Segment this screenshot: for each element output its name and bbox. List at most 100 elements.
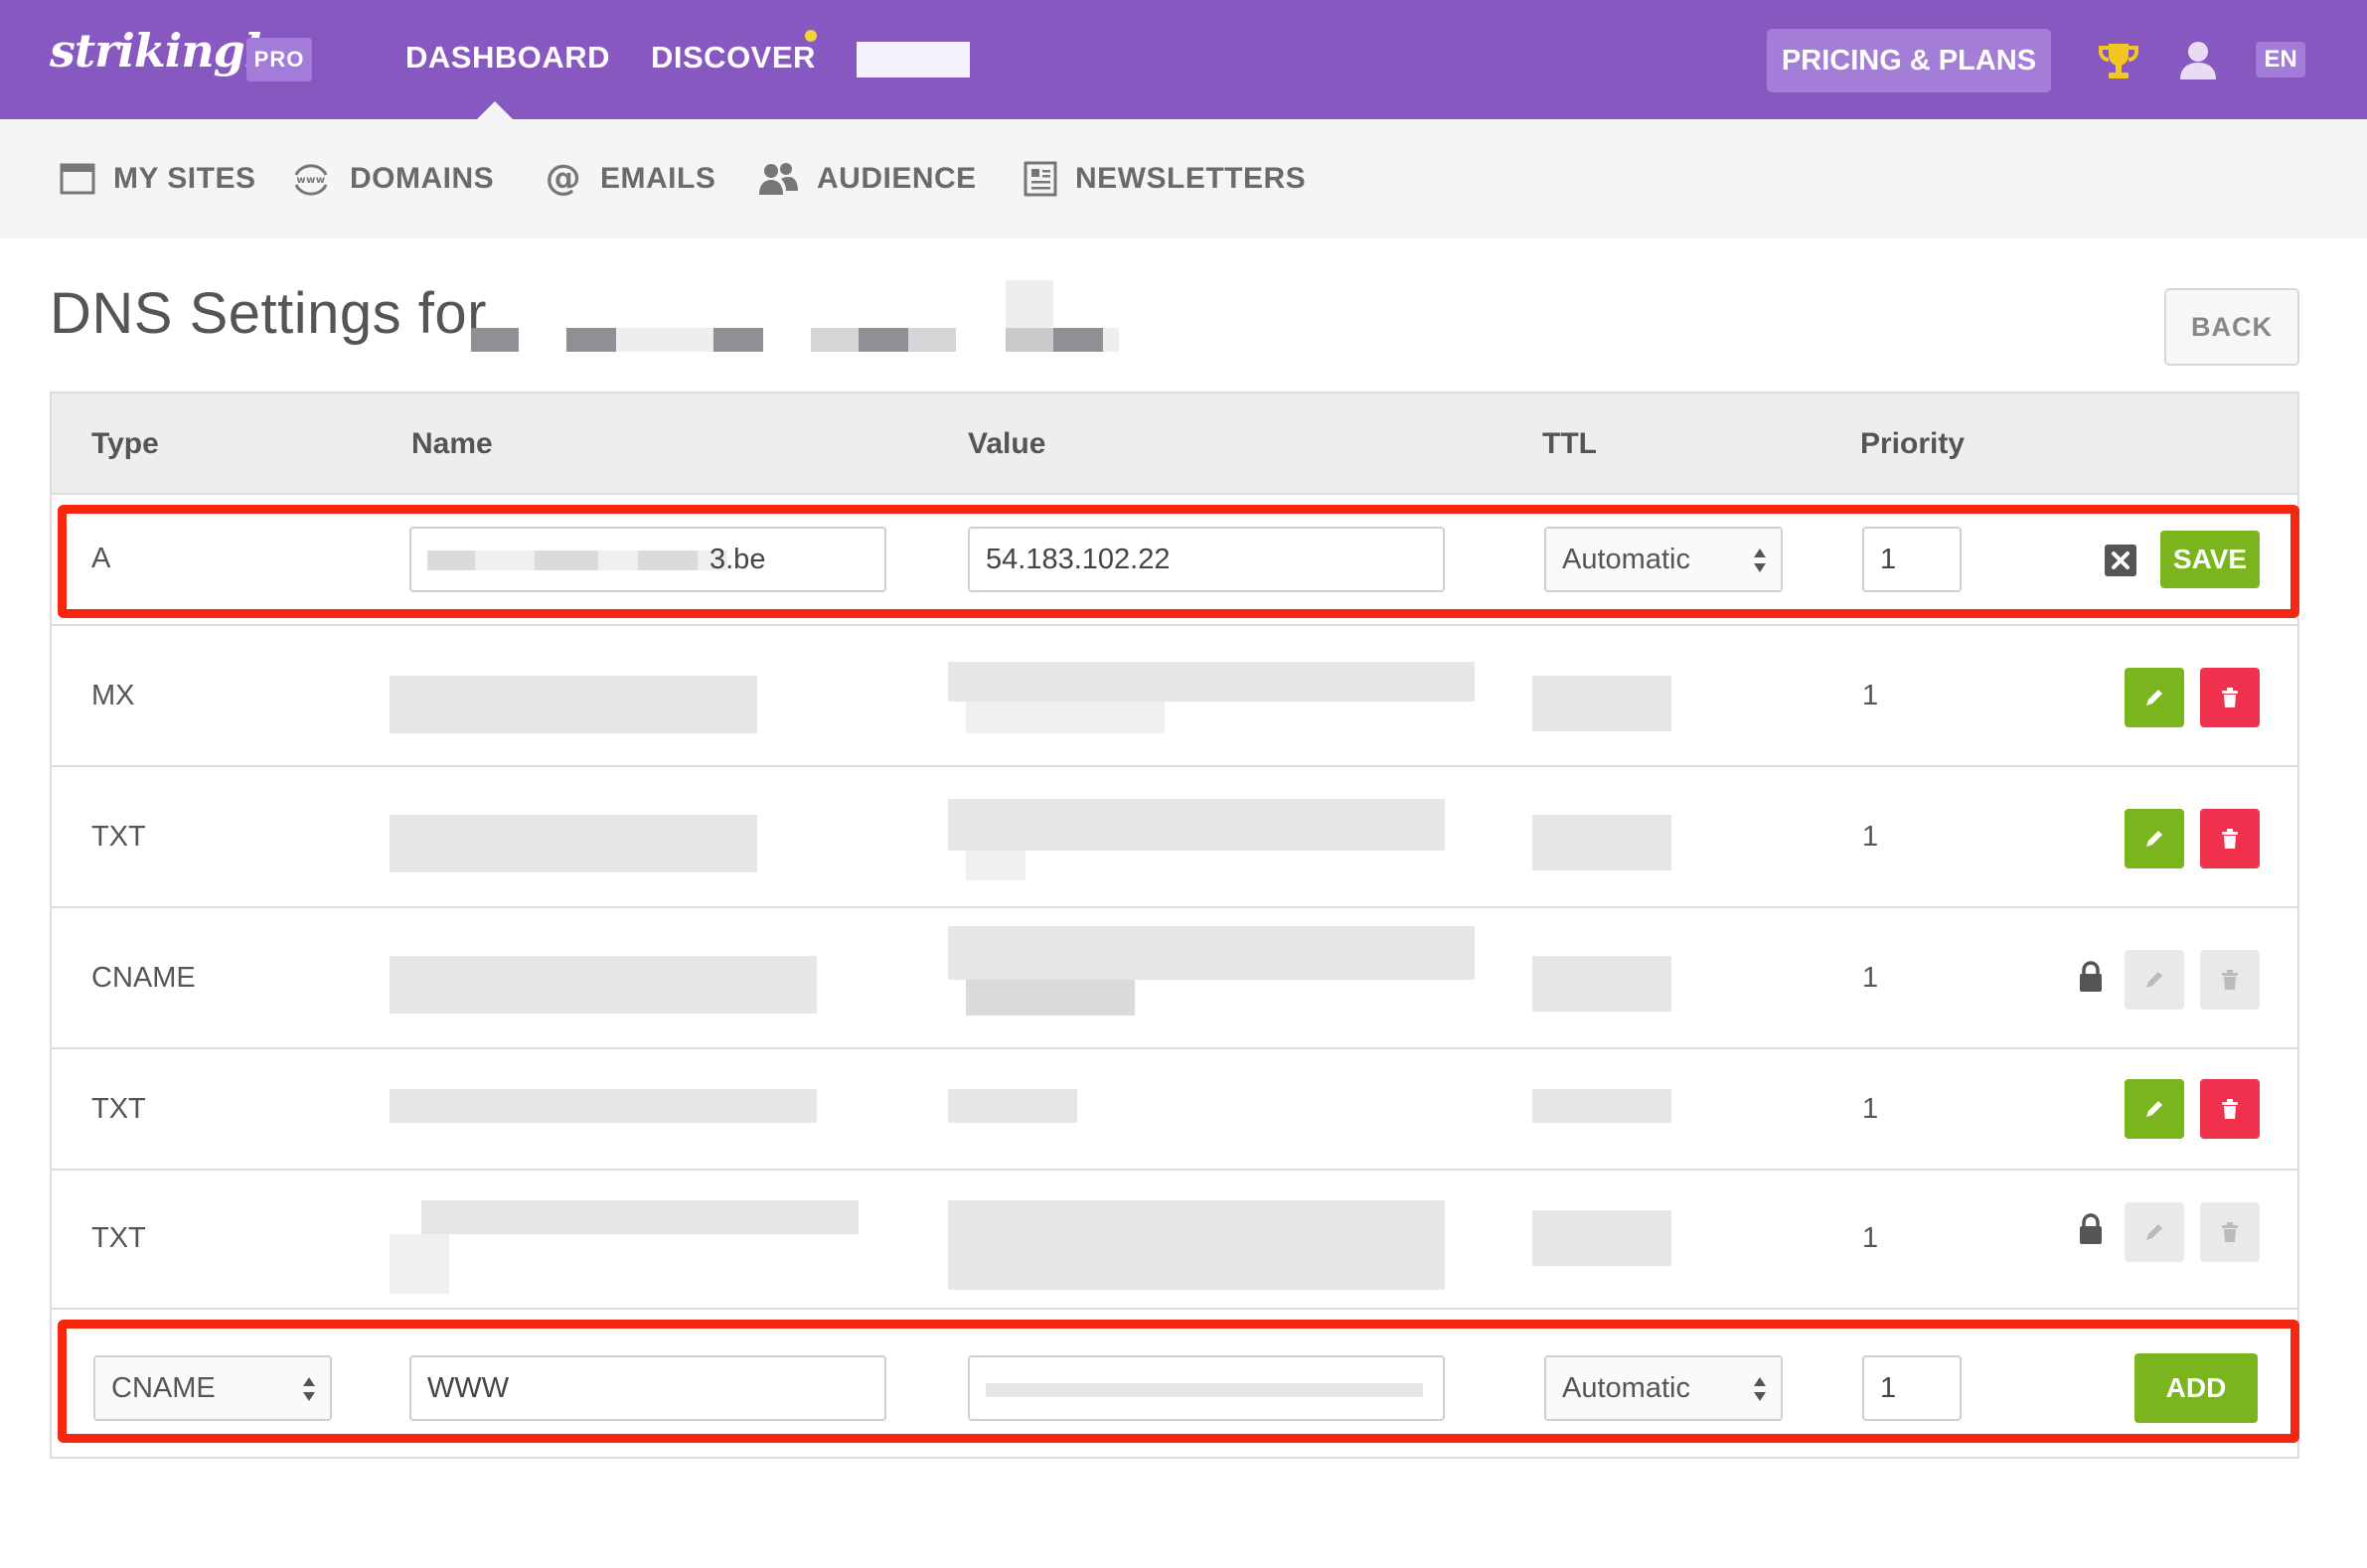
nav-discover[interactable]: DISCOVER bbox=[651, 40, 816, 76]
record-type: TXT bbox=[91, 1093, 146, 1125]
subnav-audience[interactable]: AUDIENCE bbox=[757, 119, 977, 238]
record-type: MX bbox=[91, 680, 135, 711]
pricing-plans-button[interactable]: PRICING & PLANS bbox=[1767, 29, 2051, 92]
subnav-my-sites[interactable]: MY SITES bbox=[60, 119, 255, 238]
delete-record-button-disabled bbox=[2200, 950, 2260, 1010]
delete-record-button[interactable] bbox=[2200, 1079, 2260, 1139]
record-name-input[interactable]: 3.be bbox=[409, 527, 886, 592]
subnav-label: AUDIENCE bbox=[817, 162, 977, 195]
edit-record-button[interactable] bbox=[2125, 1079, 2184, 1139]
subnav-label: NEWSLETTERS bbox=[1075, 162, 1307, 195]
edit-record-button[interactable] bbox=[2125, 668, 2184, 727]
subnav-emails[interactable]: @ EMAILS bbox=[545, 119, 715, 238]
trophy-icon[interactable] bbox=[2097, 40, 2140, 83]
pencil-icon bbox=[2146, 831, 2162, 847]
select-arrows-icon bbox=[1754, 1377, 1766, 1401]
ttl-select[interactable]: Automatic bbox=[1544, 527, 1783, 592]
pencil-icon bbox=[2146, 972, 2162, 988]
table-row: MX 1 bbox=[52, 626, 2297, 767]
new-record-ttl-select[interactable]: Automatic bbox=[1544, 1355, 1783, 1421]
redacted-name bbox=[390, 815, 757, 872]
top-navbar: strikingly PRO DASHBOARD DISCOVER PRICIN… bbox=[0, 0, 2367, 119]
column-header-type: Type bbox=[91, 427, 159, 460]
delete-record-button[interactable] bbox=[2200, 809, 2260, 868]
new-record-name-input[interactable]: WWW bbox=[409, 1355, 886, 1421]
pro-badge: PRO bbox=[246, 38, 312, 81]
record-type: A bbox=[91, 543, 111, 574]
page-title: DNS Settings for bbox=[50, 281, 487, 346]
subnav-label: EMAILS bbox=[600, 162, 716, 195]
new-record-type-select[interactable]: CNAME bbox=[93, 1355, 332, 1421]
notification-dot bbox=[805, 30, 817, 42]
redacted-value bbox=[948, 1200, 1445, 1290]
column-header-ttl: TTL bbox=[1542, 427, 1597, 460]
record-type: TXT bbox=[91, 1222, 146, 1254]
sub-navbar: MY SITES www DOMAINS @ EMAILS AUDIENCE N… bbox=[0, 119, 2367, 238]
redacted-ttl bbox=[1532, 956, 1671, 1012]
record-type: TXT bbox=[91, 821, 146, 853]
record-priority: 1 bbox=[1862, 1222, 1879, 1254]
subnav-label: MY SITES bbox=[113, 162, 256, 195]
redacted-ttl bbox=[1532, 815, 1671, 870]
trash-icon bbox=[2222, 829, 2238, 849]
table-header: Type Name Value TTL Priority bbox=[52, 393, 2297, 495]
edit-record-button[interactable] bbox=[2125, 809, 2184, 868]
language-selector[interactable]: EN bbox=[2256, 42, 2305, 78]
table-row: CNAME 1 bbox=[52, 908, 2297, 1049]
ttl-select-value: Automatic bbox=[1562, 544, 1690, 575]
add-record-button[interactable]: ADD bbox=[2134, 1353, 2258, 1423]
pencil-icon bbox=[2146, 690, 2162, 706]
redacted-ttl bbox=[1532, 676, 1671, 731]
back-button[interactable]: BACK bbox=[2164, 288, 2299, 366]
lock-icon bbox=[2080, 961, 2102, 992]
dns-records-table: Type Name Value TTL Priority A 3.be 54.1… bbox=[50, 392, 2299, 1459]
record-value-input[interactable]: 54.183.102.22 bbox=[968, 527, 1445, 592]
column-header-priority: Priority bbox=[1860, 427, 1966, 460]
nav-dashboard[interactable]: DASHBOARD bbox=[405, 40, 610, 76]
delete-record-button-disabled bbox=[2200, 1202, 2260, 1262]
user-account-icon[interactable] bbox=[2176, 38, 2220, 81]
pencil-icon bbox=[2146, 1224, 2162, 1240]
svg-text:www: www bbox=[296, 175, 325, 186]
edit-record-button-disabled bbox=[2125, 950, 2184, 1010]
record-priority: 1 bbox=[1862, 1093, 1879, 1125]
select-arrows-icon bbox=[303, 1377, 315, 1401]
record-type: CNAME bbox=[91, 962, 196, 994]
table-row: TXT 1 bbox=[52, 1171, 2297, 1310]
new-record-priority-input[interactable]: 1 bbox=[1862, 1355, 1962, 1421]
subnav-newsletters[interactable]: NEWSLETTERS bbox=[1024, 119, 1306, 238]
new-record-value-input[interactable] bbox=[968, 1355, 1445, 1421]
trash-icon bbox=[2222, 688, 2238, 707]
record-priority: 1 bbox=[1862, 821, 1879, 853]
delete-record-button[interactable] bbox=[2200, 668, 2260, 727]
redacted-nav-item[interactable] bbox=[857, 42, 970, 78]
select-arrows-icon bbox=[1754, 549, 1766, 572]
record-name-suffix: 3.be bbox=[710, 544, 766, 575]
www-globe-icon: www bbox=[294, 164, 328, 196]
subnav-domains[interactable]: www DOMAINS bbox=[290, 119, 494, 238]
trash-icon bbox=[2222, 1099, 2238, 1119]
table-row-editing: A 3.be 54.183.102.22 Automatic 1 SAVE bbox=[52, 497, 2297, 626]
svg-text:@: @ bbox=[546, 160, 582, 198]
column-header-value: Value bbox=[968, 427, 1046, 460]
priority-input[interactable]: 1 bbox=[1862, 527, 1962, 592]
trash-icon bbox=[2222, 970, 2238, 990]
newsletter-icon bbox=[1024, 161, 1057, 197]
redacted-ttl bbox=[1532, 1089, 1671, 1123]
save-button[interactable]: SAVE bbox=[2160, 531, 2260, 588]
table-row-add: CNAME WWW Automatic 1 ADD bbox=[52, 1310, 2297, 1457]
cancel-edit-icon[interactable] bbox=[2105, 545, 2136, 576]
pencil-icon bbox=[2146, 1101, 2162, 1117]
lock-icon bbox=[2080, 1213, 2102, 1244]
users-icon bbox=[759, 163, 798, 195]
subnav-label: DOMAINS bbox=[350, 162, 495, 195]
trash-icon bbox=[2222, 1222, 2238, 1242]
record-priority: 1 bbox=[1862, 680, 1879, 711]
redacted-name bbox=[390, 956, 817, 1014]
redacted-ttl bbox=[1532, 1210, 1671, 1266]
browser-window-icon bbox=[60, 163, 95, 195]
redacted-name bbox=[390, 1089, 817, 1123]
record-priority: 1 bbox=[1862, 962, 1879, 994]
column-header-name: Name bbox=[411, 427, 493, 460]
table-row: TXT 1 bbox=[52, 767, 2297, 908]
